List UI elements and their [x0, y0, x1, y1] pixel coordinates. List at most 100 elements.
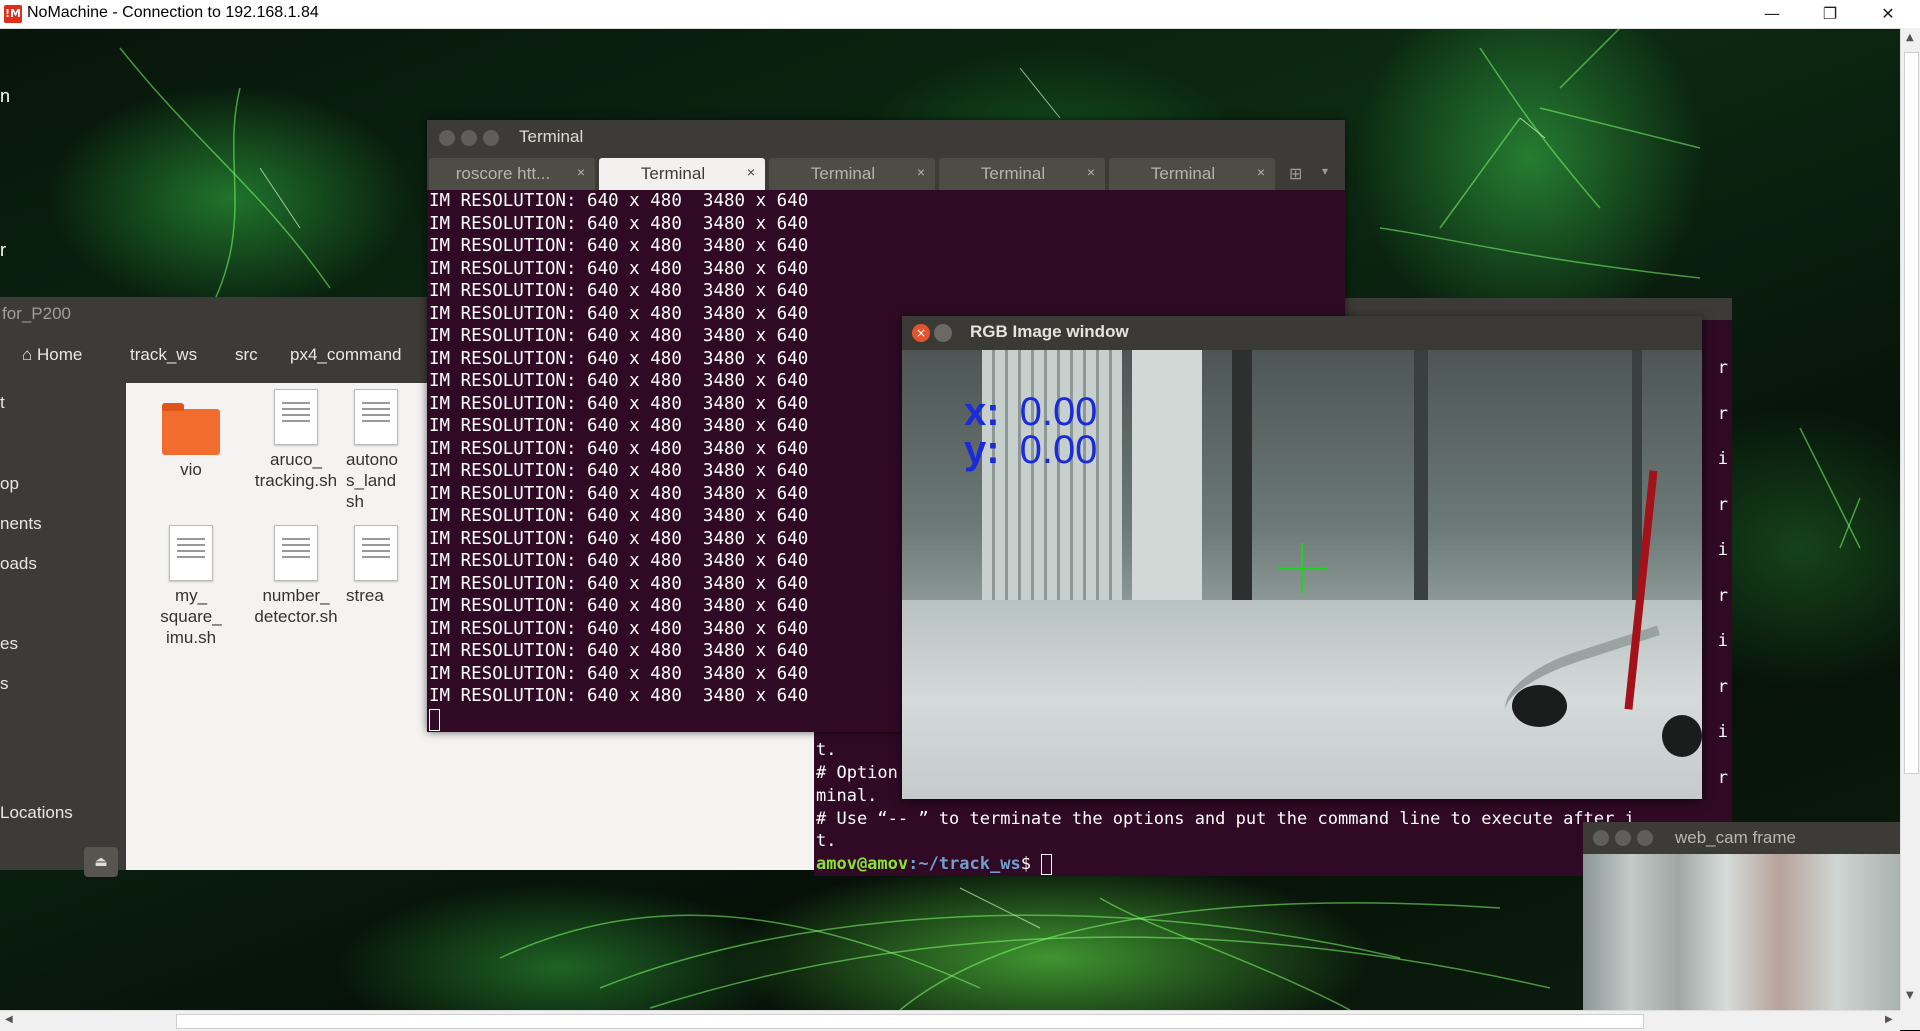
sidebar-item-documents[interactable]: nents: [0, 514, 42, 534]
host-minimize-button[interactable]: —: [1743, 0, 1801, 28]
terminal-line: IM RESOLUTION: 640 x 480 3480 x 640: [429, 573, 809, 594]
sidebar-item-t[interactable]: t: [0, 393, 5, 413]
tab-close-icon[interactable]: ×: [1087, 164, 1095, 180]
tab-label: Terminal: [810, 164, 876, 183]
terminal-line: IM RESOLUTION: 640 x 480 3480 x 640: [429, 438, 809, 459]
tab-roscore[interactable]: roscore htt... ×: [429, 158, 595, 190]
terminal-line: IM RESOLUTION: 640 x 480 3480 x 640: [429, 303, 809, 324]
terminal-line: IM RESOLUTION: 640 x 480 3480 x 640: [429, 416, 809, 436]
eject-icon[interactable]: ⏏: [84, 847, 118, 877]
tab-terminal-active[interactable]: Terminal ×: [599, 158, 765, 190]
vertical-scroll-thumb[interactable]: [1904, 52, 1919, 774]
home-icon: ⌂: [22, 345, 33, 364]
y-label: y:: [964, 428, 1000, 472]
terminal-tab-bar: roscore htt... × Terminal × Terminal × T…: [427, 156, 1345, 190]
tab-label: Terminal: [640, 164, 706, 183]
terminal-line: IM RESOLUTION: 640 x 480 3480 x 640: [429, 371, 809, 391]
y-coordinate-readout: y: 0.00: [964, 428, 1097, 473]
tab-menu-chevron-down-icon[interactable]: ▾: [1322, 164, 1328, 178]
host-close-button[interactable]: ✕: [1859, 0, 1917, 28]
file-item-vio[interactable]: vio: [136, 401, 246, 480]
tab-close-icon[interactable]: ×: [577, 164, 585, 180]
horizontal-scrollbar[interactable]: ◀ ▶: [0, 1010, 1900, 1031]
horizontal-scroll-thumb[interactable]: [176, 1014, 1644, 1029]
tab-label: Terminal: [980, 164, 1046, 183]
terminal-line: IM RESOLUTION: 640 x 480 3480 x 640: [429, 258, 809, 279]
tab-terminal-5[interactable]: Terminal ×: [1109, 158, 1275, 190]
sidebar-item-pictures[interactable]: es: [0, 634, 18, 654]
sidebar-item-other-locations[interactable]: Locations: [0, 803, 73, 823]
tab-close-icon[interactable]: ×: [1257, 164, 1265, 180]
rgb-window-titlebar[interactable]: × RGB Image window: [902, 316, 1702, 350]
file-item-autonomous-land[interactable]: autono s_land sh: [346, 389, 406, 512]
maximize-icon[interactable]: [483, 130, 499, 146]
scrollbar-corner: [1900, 1010, 1920, 1030]
host-restore-button[interactable]: ❐: [1801, 0, 1859, 28]
close-icon[interactable]: [439, 130, 455, 146]
terminal-line: IM RESOLUTION: 640 x 480 3480 x 640: [429, 641, 809, 661]
terminal-text-edge: r: [1717, 677, 1728, 697]
crosshair-icon: [1301, 543, 1303, 593]
host-window-titlebar[interactable]: !M NoMachine - Connection to 192.168.1.8…: [0, 0, 1920, 29]
breadcrumb-home[interactable]: ⌂ Home: [22, 345, 82, 365]
sidebar-item-videos[interactable]: s: [0, 674, 9, 694]
breadcrumb-src[interactable]: src: [235, 345, 258, 365]
prompt-symbol: $: [1020, 854, 1042, 874]
terminal-text-edge: r: [1717, 768, 1728, 788]
wall-column: [1132, 350, 1202, 620]
terminal-prompt[interactable]: amov@amov:~/track_ws$: [816, 853, 1053, 876]
terminal-line: IM RESOLUTION: 640 x 480 3480 x 640: [429, 236, 809, 256]
terminal-titlebar[interactable]: Terminal: [427, 120, 1345, 156]
maximize-icon[interactable]: [1637, 830, 1653, 846]
terminal-line: # Use “-- ” to terminate the options and…: [816, 809, 1635, 829]
terminal-line: # Option: [816, 763, 898, 783]
vertical-scrollbar[interactable]: ▲ ▼: [1900, 28, 1920, 1010]
file-item-aruco-tracking[interactable]: aruco_ tracking.sh: [241, 389, 351, 491]
file-name: vio: [180, 460, 202, 479]
tab-close-icon[interactable]: ×: [917, 164, 925, 180]
new-tab-icon[interactable]: ⊞: [1289, 164, 1302, 183]
prompt-path: :~/track_ws: [908, 854, 1021, 874]
script-icon: [354, 525, 398, 581]
scroll-right-icon[interactable]: ▶: [1885, 1014, 1893, 1025]
breadcrumb-px4-command[interactable]: px4_command: [290, 345, 402, 365]
scroll-up-icon[interactable]: ▲: [1906, 32, 1914, 43]
strip-label-r: r: [0, 240, 6, 260]
terminal-cursor: [1041, 853, 1053, 875]
scroll-left-icon[interactable]: ◀: [5, 1014, 13, 1025]
y-value: 0.00: [1019, 428, 1098, 472]
file-name: strea: [346, 586, 384, 605]
scroll-down-icon[interactable]: ▼: [1906, 990, 1914, 1001]
file-item-my-square-imu[interactable]: my_ square_ imu.sh: [136, 525, 246, 648]
nomachine-logo-icon: !M: [4, 5, 22, 23]
script-icon: [274, 525, 318, 581]
breadcrumb-track-ws[interactable]: track_ws: [130, 345, 197, 365]
terminal-line: IM RESOLUTION: 640 x 480 3480 x 640: [429, 326, 809, 346]
sidebar-item-downloads[interactable]: oads: [0, 554, 37, 574]
chair-wheel: [1512, 685, 1567, 727]
file-name: number_ detector.sh: [254, 586, 338, 626]
breadcrumb-home-label: Home: [37, 345, 83, 364]
file-item-number-detector[interactable]: number_ detector.sh: [241, 525, 351, 627]
script-icon: [169, 525, 213, 581]
prompt-user: amov@amov: [816, 854, 909, 874]
terminal-line: t.: [816, 831, 837, 851]
webcam-frame-window[interactable]: web_cam frame: [1583, 822, 1900, 1010]
terminal-line: IM RESOLUTION: 640 x 480 3480 x 640: [429, 191, 809, 211]
tab-close-icon[interactable]: ×: [747, 164, 755, 180]
tab-terminal-4[interactable]: Terminal ×: [939, 158, 1105, 190]
close-icon[interactable]: [1593, 830, 1609, 846]
minimize-icon[interactable]: [461, 130, 477, 146]
close-icon[interactable]: ×: [912, 324, 930, 342]
tab-terminal-3[interactable]: Terminal ×: [769, 158, 935, 190]
terminal-text-edge: r: [1717, 495, 1728, 515]
minimize-icon[interactable]: [934, 324, 952, 342]
terminal-title: Terminal: [519, 127, 584, 146]
minimize-icon[interactable]: [1615, 830, 1631, 846]
sidebar-item-app[interactable]: op: [0, 474, 19, 494]
rgb-image-window[interactable]: × RGB Image window x: 0.00 y: 0.00: [902, 316, 1702, 799]
webcam-window-titlebar[interactable]: web_cam frame: [1583, 822, 1900, 854]
terminal-line: IM RESOLUTION: 640 x 480 3480 x 640: [429, 348, 809, 369]
file-item-stream[interactable]: strea: [346, 525, 406, 606]
terminal-line: IM RESOLUTION: 640 x 480 3480 x 640: [429, 483, 809, 504]
